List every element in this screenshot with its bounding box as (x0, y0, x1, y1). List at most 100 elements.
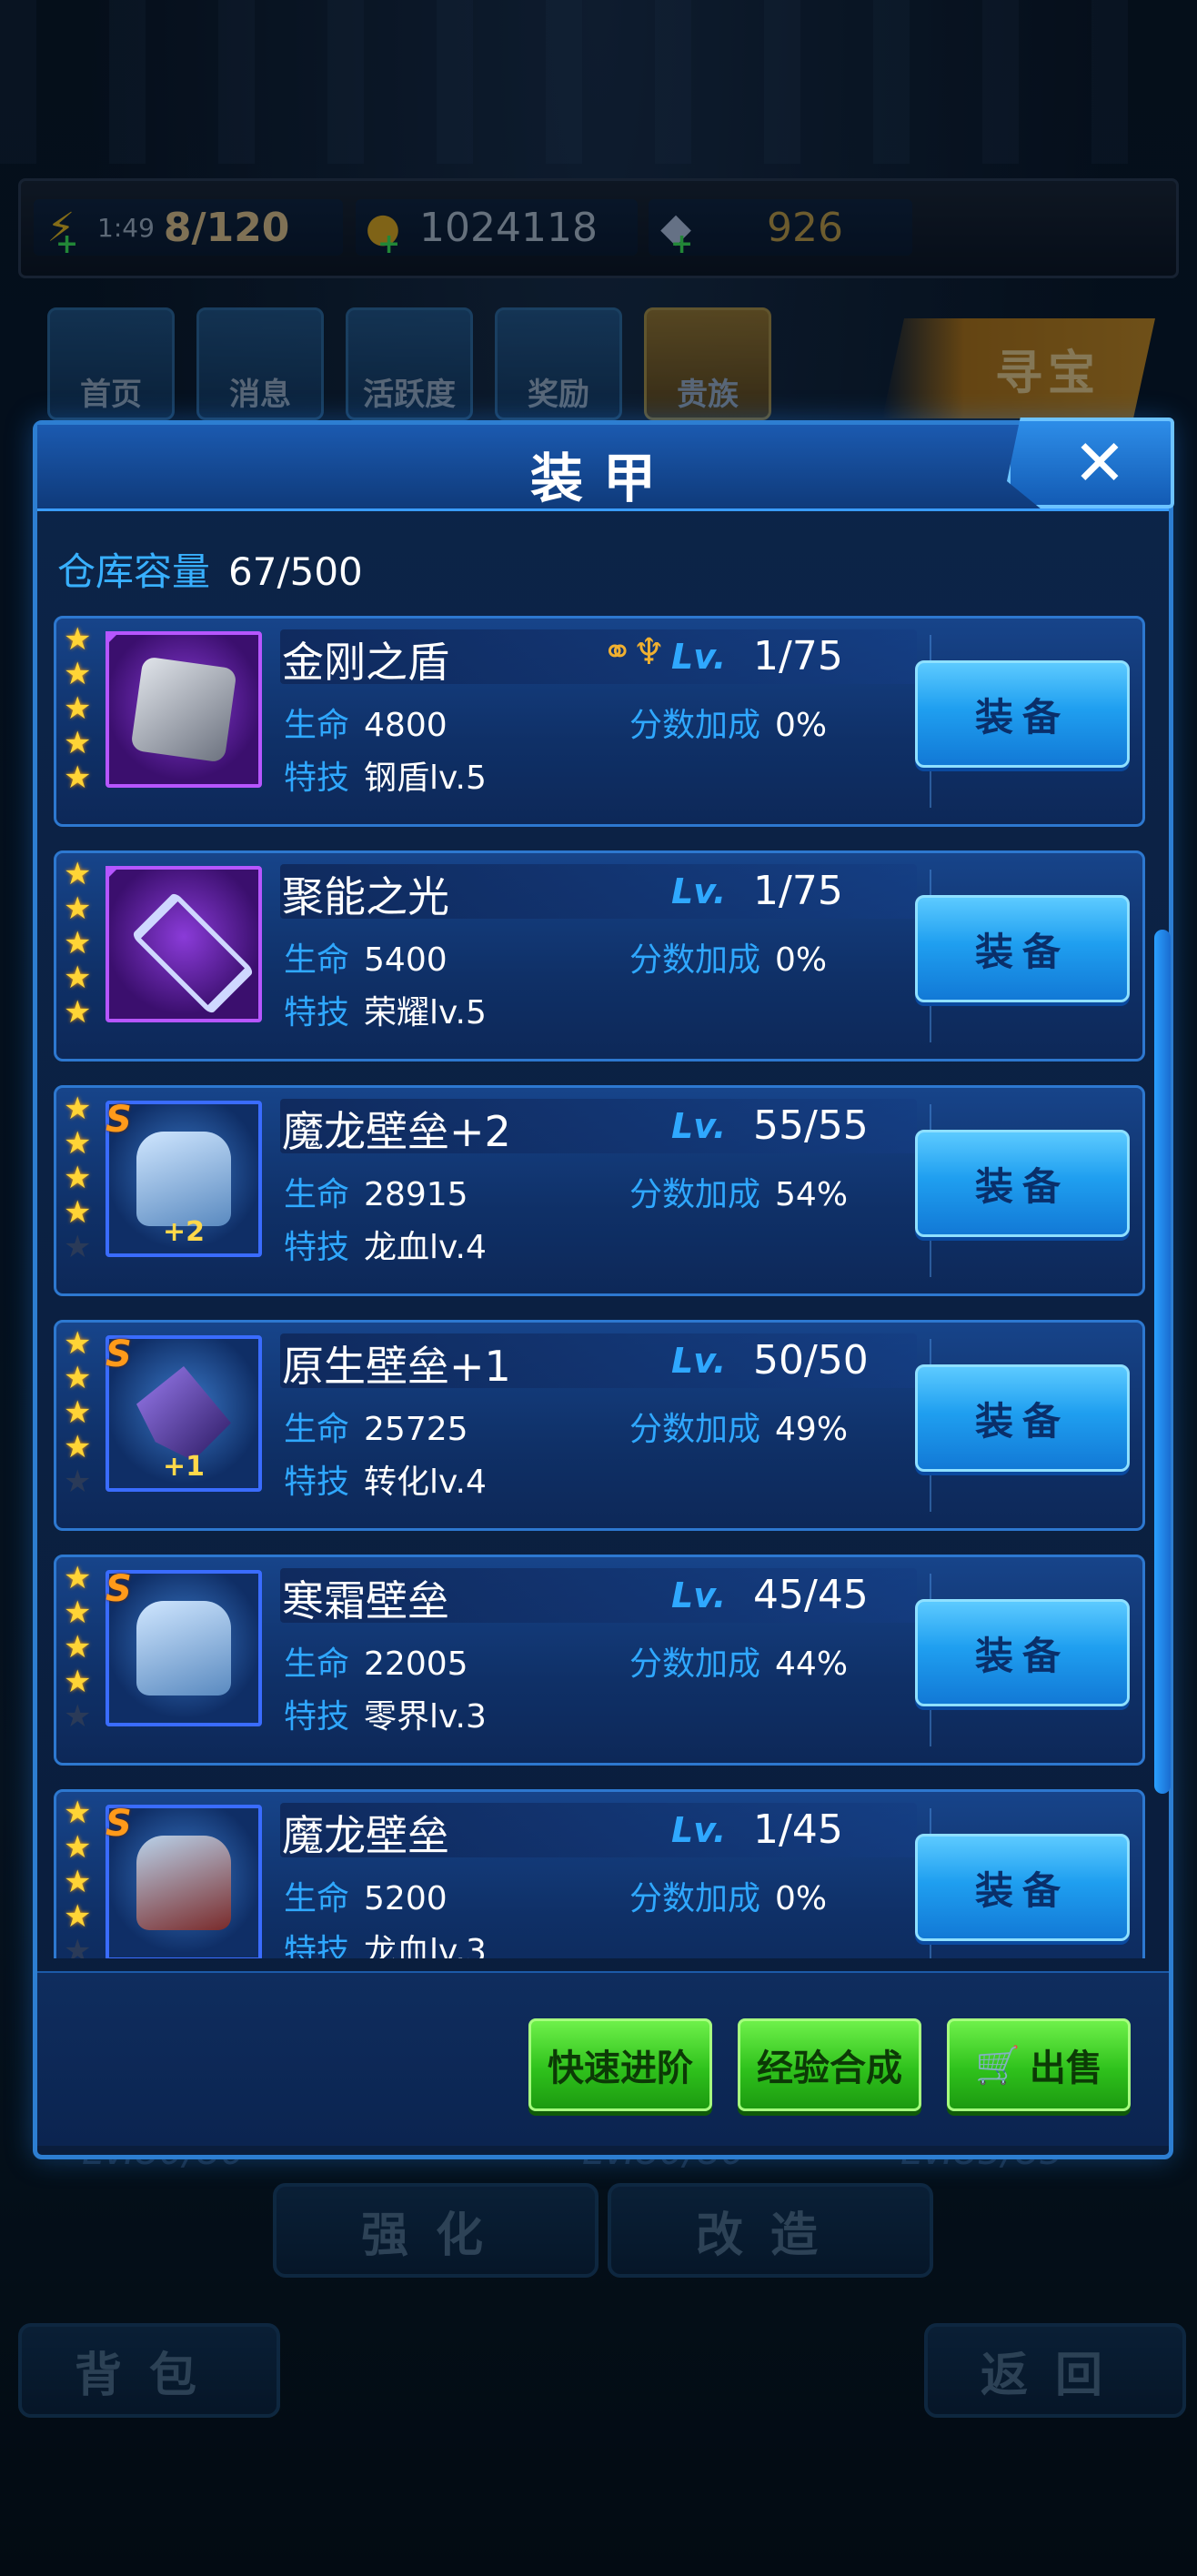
star-rating: ★ ★ ★ ★ ★ (64, 624, 100, 793)
armor-name: 魔龙壁垒+2 (282, 1107, 511, 1156)
armor-item-card[interactable]: ★ ★ ★ ★ ★ 金刚之盾 ⚭♆ Lv. 1/75 生命 4800 分数加成 0% 特技钢… (54, 616, 1145, 827)
skill-label: 特技 (284, 1229, 350, 1266)
armor-item-card[interactable]: ★ ★ ★ ★ ★ 聚能之光 Lv. 1/75 生命 5400 分数加成 0% 特技 荣耀lv… (54, 850, 1145, 1062)
star-icon: ★ (64, 725, 92, 761)
quick-advance-button[interactable]: 快速进阶 (528, 2018, 712, 2111)
score-bonus-stat: 分数加成 0% (629, 699, 827, 746)
skill-stat: 特技 荣耀lv.5 (284, 986, 487, 1033)
armor-name: 寒霜壁垒 (282, 1576, 449, 1625)
panel-title: 装甲 (529, 448, 676, 509)
level-label: Lv. (671, 871, 727, 911)
star-rating: ★ ★ ★ ★ ★ (64, 1328, 100, 1497)
star-icon: ★ (64, 1629, 92, 1665)
enhance-level: +1 (162, 1451, 205, 1483)
armor-icon (136, 1836, 231, 1930)
level-value: 1/45 (753, 1806, 843, 1853)
score-bonus-value: 0% (775, 941, 828, 979)
armor-icon (130, 656, 237, 763)
score-bonus-stat: 分数加成 0% (629, 933, 827, 981)
equip-button[interactable]: 装备 (915, 660, 1130, 768)
link-emblem-icon: ⚭♆ (602, 631, 666, 673)
exp-synthesis-label: 经验合成 (757, 2048, 902, 2089)
equip-button[interactable]: 装备 (915, 1834, 1130, 1941)
skill-value: 龙血lv.4 (364, 1229, 487, 1266)
capacity-value: 67/500 (228, 549, 363, 594)
skill-value: 龙血lv.3 (364, 1933, 487, 1958)
score-bonus-value: 49% (775, 1411, 849, 1448)
equip-label: 装备 (974, 1163, 1070, 1209)
armor-item-card[interactable]: ★ ★ ★ ★ ★ +2 S 魔龙壁垒+2 Lv. 55/55 生命 28915 分数加成… (54, 1085, 1145, 1296)
level-label: Lv. (671, 637, 727, 677)
level-label: Lv. (671, 1575, 727, 1615)
star-icon: ★ (64, 1125, 92, 1162)
star-icon: ★ (64, 656, 92, 692)
equip-button[interactable]: 装备 (915, 1130, 1130, 1237)
armor-thumbnail[interactable] (106, 866, 262, 1022)
score-bonus-label: 分数加成 (629, 1880, 761, 1917)
star-icon: ★ (64, 1664, 92, 1700)
armor-thumbnail[interactable] (106, 631, 262, 788)
star-icon: ★ (64, 1091, 92, 1127)
star-icon: ★ (64, 925, 92, 961)
star-icon: ★ (64, 1394, 92, 1431)
star-icon: ★ (64, 760, 92, 796)
star-rating: ★ ★ ★ ★ ★ (64, 859, 100, 1028)
equip-label: 装备 (974, 1867, 1070, 1913)
equip-button[interactable]: 装备 (915, 1599, 1130, 1706)
hp-stat: 生命 25725 (284, 1403, 468, 1450)
skill-value: 荣耀lv.5 (364, 994, 487, 1031)
armor-name: 魔龙壁垒 (282, 1811, 449, 1860)
hp-label: 生命 (284, 1411, 350, 1448)
corner-marker (106, 631, 120, 646)
armor-list[interactable]: ★ ★ ★ ★ ★ 金刚之盾 ⚭♆ Lv. 1/75 生命 4800 分数加成 0% 特技钢… (54, 616, 1147, 1958)
sell-label: 出售 (1029, 2048, 1102, 2089)
star-icon: ★ (64, 960, 92, 996)
skill-label: 特技 (284, 1464, 350, 1501)
hp-stat: 生命 5200 (284, 1872, 448, 1919)
panel-footer: 快速进阶 经验合成 🛒 出售 (37, 1971, 1169, 2146)
list-scrollbar[interactable] (1154, 930, 1171, 1794)
skill-label: 特技 (284, 1698, 350, 1736)
armor-icon (136, 1601, 231, 1696)
hp-stat: 生命 4800 (284, 699, 448, 746)
armor-icon (136, 1132, 231, 1226)
score-bonus-label: 分数加成 (629, 1176, 761, 1213)
rank-badge: S (106, 1099, 132, 1141)
score-bonus-stat: 分数加成 49% (629, 1403, 848, 1450)
exp-synthesis-button[interactable]: 经验合成 (738, 2018, 921, 2111)
star-icon: ★ (64, 621, 92, 658)
skill-stat: 特技 龙血lv.3 (284, 1925, 487, 1958)
quick-advance-label: 快速进阶 (548, 2048, 693, 2089)
score-bonus-value: 0% (775, 707, 828, 744)
equip-label: 装备 (974, 1633, 1070, 1678)
armor-name: 金刚之盾 (282, 638, 449, 687)
hp-label: 生命 (284, 941, 350, 979)
armor-item-card[interactable]: ★ ★ ★ ★ ★ +1 S 原生壁垒+1 Lv. 50/50 生命 25725 分数加成… (54, 1320, 1145, 1531)
level-value: 50/50 (753, 1337, 869, 1384)
armor-item-card[interactable]: ★ ★ ★ ★ ★ S 寒霜壁垒 Lv. 45/45 生命 22005 分数加成 44% 特… (54, 1555, 1145, 1766)
star-icon: ★ (64, 1464, 92, 1500)
equip-label: 装备 (974, 694, 1070, 740)
equip-button[interactable]: 装备 (915, 895, 1130, 1002)
star-icon: ★ (64, 1698, 92, 1735)
hp-value: 4800 (364, 707, 448, 744)
score-bonus-label: 分数加成 (629, 1645, 761, 1683)
capacity-label: 仓库容量 (57, 549, 211, 594)
star-icon: ★ (64, 1898, 92, 1935)
armor-name: 聚能之光 (282, 872, 449, 921)
star-rating: ★ ★ ★ ★ ★ (64, 1093, 100, 1263)
score-bonus-value: 0% (775, 1880, 828, 1917)
sell-button[interactable]: 🛒 出售 (947, 2018, 1131, 2111)
armor-item-card[interactable]: ★ ★ ★ ★ ★ S 魔龙壁垒 Lv. 1/45 生命 5200 分数加成 0% 特技 龙血… (54, 1789, 1145, 1958)
skill-stat: 特技 钢盾lv.5 (284, 751, 487, 799)
equip-button[interactable]: 装备 (915, 1364, 1130, 1472)
close-icon: ✕ (1072, 426, 1127, 500)
score-bonus-value: 54% (775, 1176, 849, 1213)
armor-icon (131, 891, 255, 1015)
star-icon: ★ (64, 1229, 92, 1265)
star-icon: ★ (64, 891, 92, 927)
star-icon: ★ (64, 1429, 92, 1465)
cart-icon: 🛒 (975, 2044, 1021, 2087)
close-button[interactable]: ✕ (1007, 418, 1174, 508)
star-rating: ★ ★ ★ ★ ★ (64, 1563, 100, 1732)
